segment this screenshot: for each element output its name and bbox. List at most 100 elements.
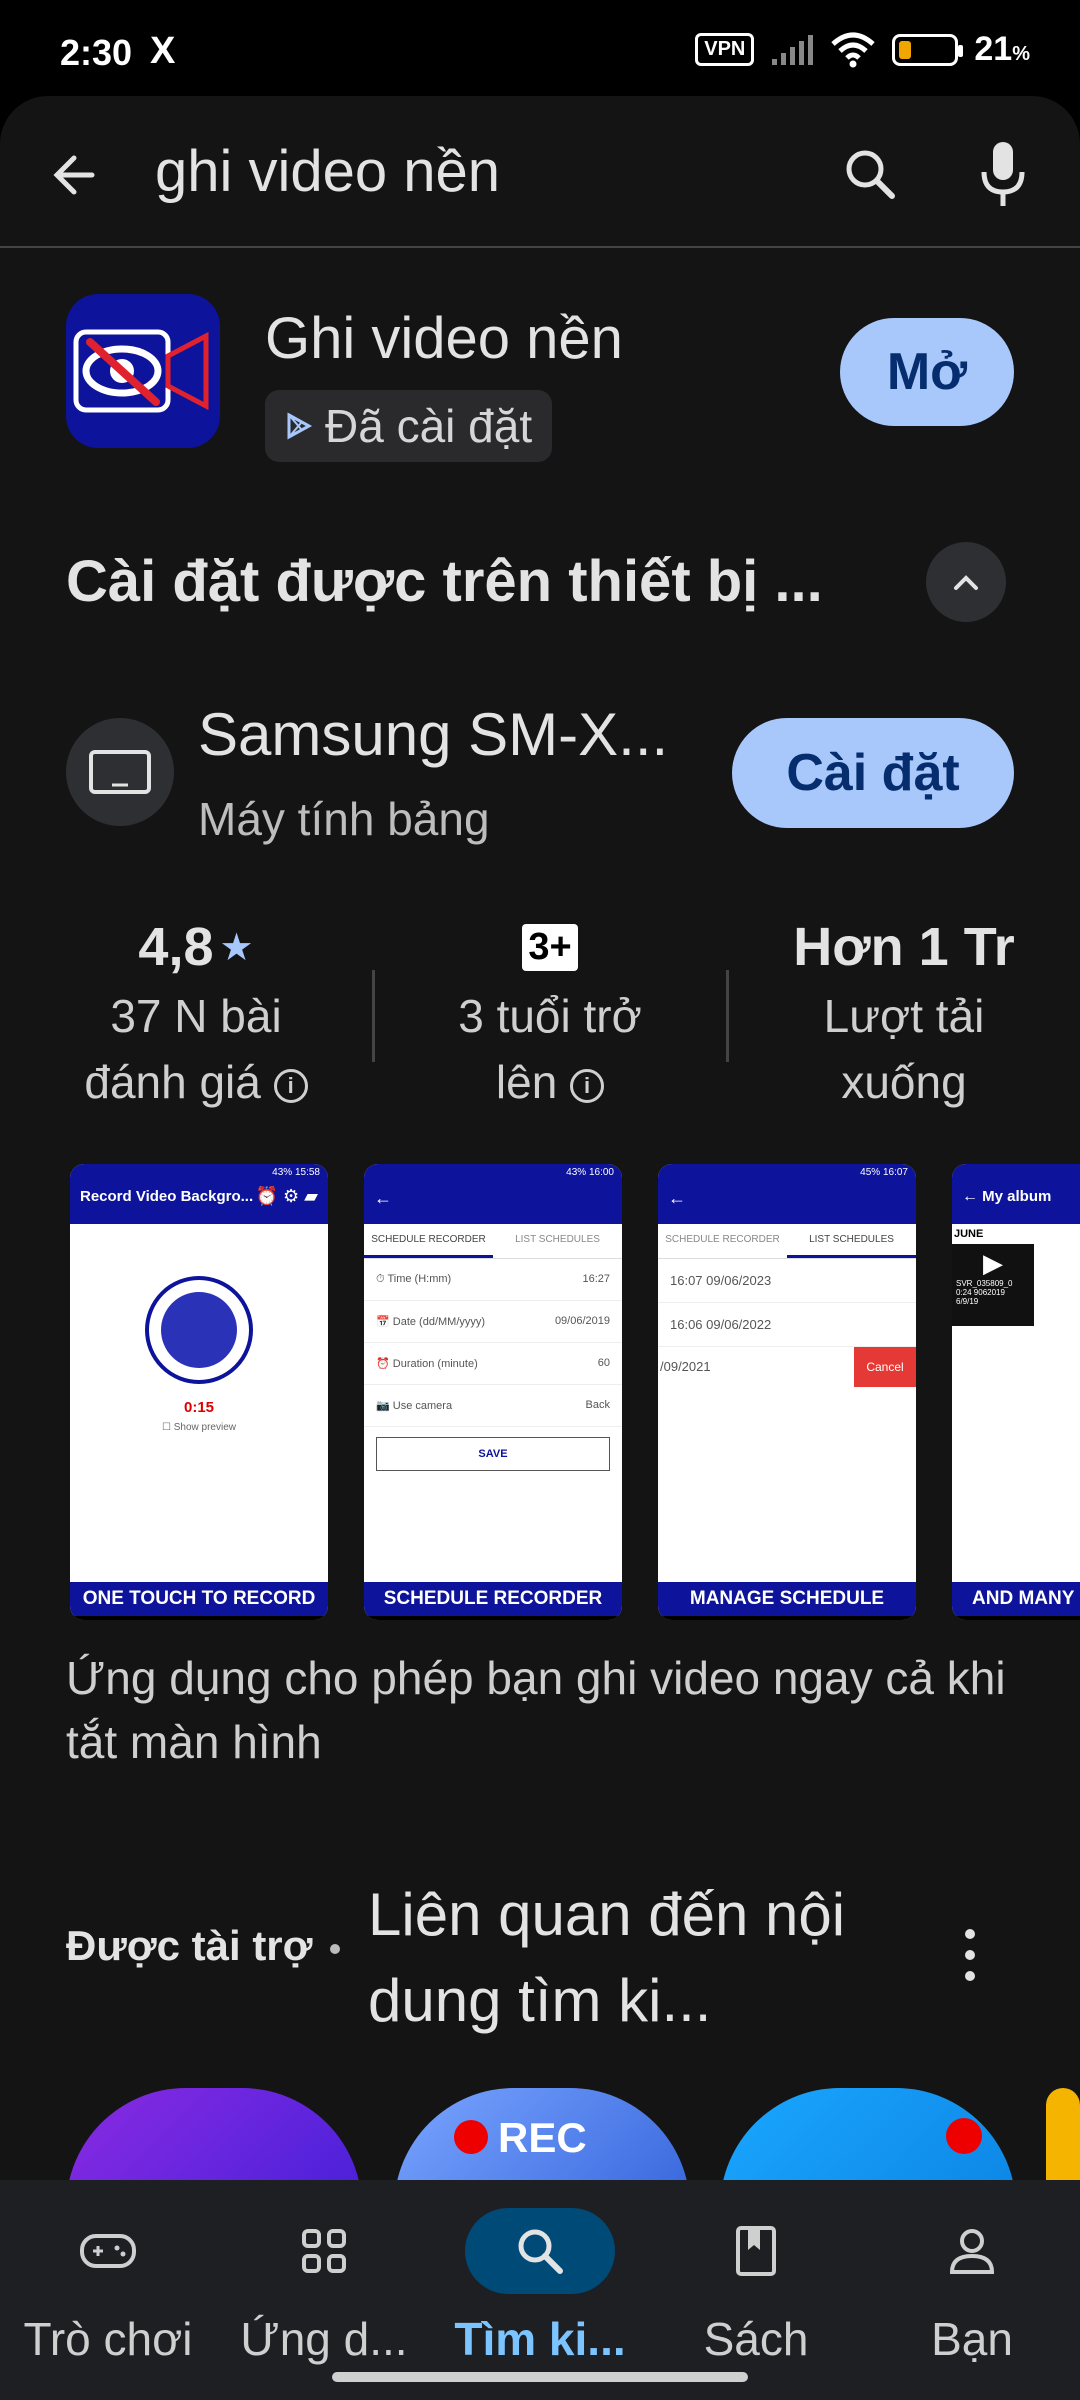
downloads-stat: Hơn 1 Tr Lượt tải xuống xyxy=(754,912,1054,1114)
screenshot-toolbar: 45% 16:07 ← xyxy=(658,1164,916,1224)
tablet-icon xyxy=(89,750,151,794)
more-vert-icon[interactable] xyxy=(950,1920,990,1990)
downloads-label-2: xuống xyxy=(841,1056,967,1108)
age-label-2: lên i xyxy=(400,1050,700,1114)
nav-label: Bạn xyxy=(931,2313,1013,2365)
installed-chip: Đã cài đặt xyxy=(265,390,553,462)
screenshot-toolbar: 43% 16:00 ← xyxy=(364,1164,622,1224)
open-button[interactable]: Mở xyxy=(840,318,1014,426)
status-bar: 2:30 X VPN 21% xyxy=(0,0,1080,100)
play-icon: ▶ xyxy=(983,1248,1003,1278)
screenshot-1[interactable]: 43% 15:58 Record Video Backgro... ⏰ ⚙ ▰ … xyxy=(70,1164,328,1620)
reviews-label: đánh giá i xyxy=(46,1050,346,1114)
bottom-navigation: Trò chơi Ứng d... Tìm ki... Sách Bạn xyxy=(0,2180,1080,2400)
nav-label: Ứng d... xyxy=(240,2313,408,2365)
screenshot-2[interactable]: 43% 16:00 ← SCHEDULE RECORDER LIST SCHEDU… xyxy=(364,1164,622,1620)
rating-value: 4,8 xyxy=(138,917,214,977)
screenshot-tabs: SCHEDULE RECORDER LIST SCHEDULES xyxy=(364,1224,622,1259)
toolbar-icons: ⏰ ⚙ ▰ xyxy=(255,1186,318,1206)
nav-apps[interactable]: Ứng d... xyxy=(216,2180,432,2400)
nav-games[interactable]: Trò chơi xyxy=(0,2180,216,2400)
screenshot-caption: AND MANY xyxy=(952,1582,1080,1620)
info-icon[interactable]: i xyxy=(570,1068,605,1103)
device-name: Samsung SM-X... xyxy=(198,701,669,768)
battery-icon xyxy=(892,33,964,66)
downloads-label: Lượt tải xyxy=(823,990,985,1042)
back-arrow-icon: ← xyxy=(374,1188,392,1208)
collapse-button[interactable] xyxy=(926,542,1006,622)
save-box: SAVE xyxy=(376,1437,610,1471)
nav-label: Tìm ki... xyxy=(454,2313,626,2365)
home-indicator[interactable] xyxy=(332,2372,748,2382)
status-icons: VPN 21% xyxy=(695,30,1030,69)
record-dot-icon xyxy=(946,2118,982,2154)
reviews-count: 37 N bài xyxy=(110,990,282,1042)
app-icon[interactable] xyxy=(66,294,220,448)
x-app-icon: X xyxy=(150,30,176,72)
record-dot-icon xyxy=(454,2120,488,2154)
nav-books[interactable]: Sách xyxy=(648,2180,864,2400)
book-icon xyxy=(681,2208,831,2294)
device-icon-wrap xyxy=(66,718,174,826)
list-item: 📷 Use camera Back xyxy=(364,1385,622,1427)
video-thumbnail: ▶ SVR_035809_0 0:24 9062019 6/9/19 xyxy=(952,1244,1034,1326)
rating-stat[interactable]: 4,8 ★ 37 N bài đánh giá i xyxy=(46,912,346,1114)
related-title: Liên quan đến nội dung tìm ki... xyxy=(368,1881,846,2034)
info-icon[interactable]: i xyxy=(273,1068,308,1103)
age-label: 3 tuổi trở xyxy=(458,990,642,1042)
list-item: /09/2021 Cancel xyxy=(658,1347,916,1387)
list-item: 16:07 09/06/2023 xyxy=(658,1259,916,1303)
rec-label: REC xyxy=(498,2114,587,2161)
age-stat[interactable]: 3+ 3 tuổi trở lên i xyxy=(400,912,700,1114)
list-item: 16:06 09/06/2022 xyxy=(658,1303,916,1347)
vpn-icon: VPN xyxy=(695,33,755,66)
person-icon xyxy=(897,2208,1047,2294)
install-button[interactable]: Cài đặt xyxy=(732,718,1014,828)
stat-divider xyxy=(726,970,729,1062)
search-input[interactable]: ghi video nền xyxy=(155,138,500,205)
nav-search[interactable]: Tìm ki... xyxy=(432,2180,648,2400)
screenshot-tabs: SCHEDULE RECORDER LIST SCHEDULES xyxy=(658,1224,916,1259)
screenshot-caption: MANAGE SCHEDULE xyxy=(658,1582,916,1620)
install-section-title: Cài đặt được trên thiết bị ... xyxy=(66,549,823,614)
age-rating-icon: 3+ xyxy=(522,923,578,971)
nav-you[interactable]: Bạn xyxy=(864,2180,1080,2400)
screenshot-caption: SCHEDULE RECORDER xyxy=(364,1582,622,1620)
list-item: 📅 Date (dd/MM/yyyy) 09/06/2019 xyxy=(364,1301,622,1343)
installed-label: Đã cài đặt xyxy=(325,400,533,452)
screenshot-toolbar: ← My album xyxy=(952,1164,1080,1224)
search-icon xyxy=(465,2208,615,2294)
microphone-icon[interactable] xyxy=(968,136,1038,212)
signal-icon xyxy=(772,34,814,65)
list-item: ⏰ Duration (minute) 60 xyxy=(364,1343,622,1385)
nav-label: Sách xyxy=(703,2313,809,2365)
stat-divider xyxy=(372,970,375,1062)
battery-percent: 21% xyxy=(974,30,1030,68)
chevron-up-icon xyxy=(954,575,978,590)
gamepad-icon xyxy=(33,2208,183,2294)
screenshot-4[interactable]: ← My album JUNE ▶ SVR_035809_0 0:24 9062… xyxy=(952,1164,1080,1620)
record-button-icon xyxy=(145,1276,253,1384)
apps-grid-icon xyxy=(249,2208,399,2294)
device-type: Máy tính bảng xyxy=(198,793,490,845)
screenshot-toolbar: 43% 15:58 Record Video Backgro... ⏰ ⚙ ▰ xyxy=(70,1164,328,1224)
screenshot-title: Record Video Backgro... xyxy=(80,1188,254,1205)
list-item: ⏱ Time (H:mm) 16:27 xyxy=(364,1259,622,1301)
video-eye-slash-icon xyxy=(73,329,209,413)
back-arrow-icon[interactable] xyxy=(40,140,110,210)
status-time: 2:30 xyxy=(60,32,133,73)
screenshot-caption: ONE TOUCH TO RECORD xyxy=(70,1582,328,1620)
screenshot-3[interactable]: 45% 16:07 ← SCHEDULE RECORDER LIST SCHEDU… xyxy=(658,1164,916,1620)
star-icon: ★ xyxy=(219,926,254,969)
nav-label: Trò chơi xyxy=(23,2313,193,2365)
app-description: Ứng dụng cho phép bạn ghi video ngay cả … xyxy=(66,1652,1006,1768)
app-title[interactable]: Ghi video nền xyxy=(265,305,623,372)
sponsored-label: Được tài trợ xyxy=(66,1922,313,1969)
dot-separator xyxy=(330,1944,340,1954)
back-arrow-icon: ← xyxy=(668,1188,686,1208)
wifi-icon xyxy=(831,32,876,67)
play-store-icon xyxy=(287,412,313,440)
search-bar: ghi video nền xyxy=(0,96,1080,248)
search-icon[interactable] xyxy=(836,140,906,210)
show-preview: ☐ Show preview xyxy=(161,1422,236,1433)
